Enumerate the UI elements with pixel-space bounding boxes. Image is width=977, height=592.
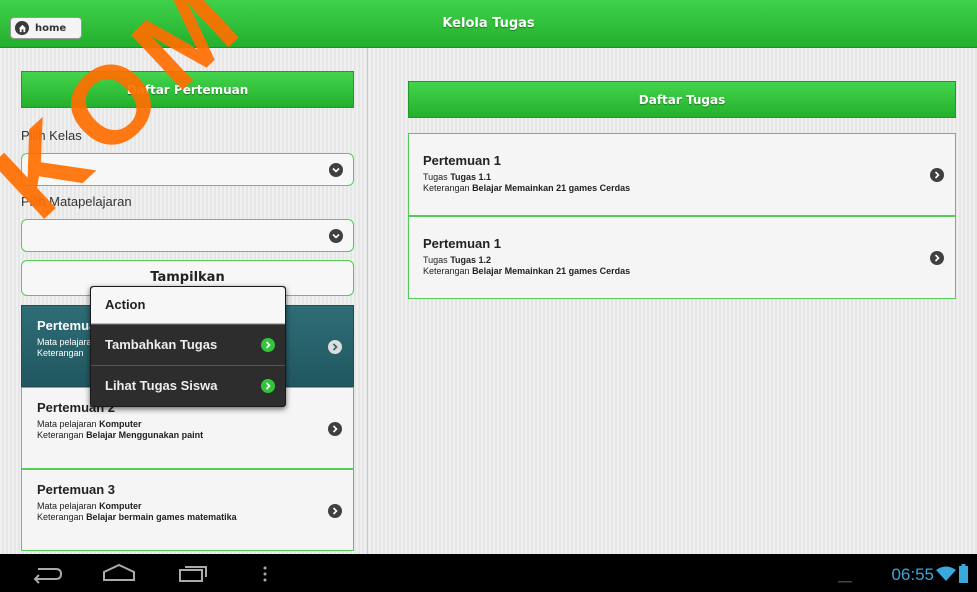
menu-icon[interactable] — [262, 565, 268, 586]
item-subject: Mata pelajaran Komputer — [37, 501, 142, 511]
chevron-right-icon — [261, 379, 275, 393]
task-card[interactable]: Pertemuan 1 Tugas Tugas 1.2 Keterangan B… — [408, 216, 956, 299]
item-subject: Mata pelajaran Komputer — [37, 419, 142, 429]
item-description: Keterangan Belajar bermain games matemat… — [37, 512, 237, 522]
tambahkan-tugas-item[interactable]: Tambahkan Tugas — [91, 324, 285, 365]
pilih-kelas-label: Pilih Kelas — [21, 128, 82, 143]
battery-icon — [959, 564, 968, 586]
home-nav-icon[interactable] — [101, 563, 137, 586]
task-description: Keterangan Belajar Memainkan 21 games Ce… — [423, 183, 631, 193]
item-description: Keterangan Belajar Menggunakan paint — [37, 430, 204, 440]
back-icon[interactable] — [30, 564, 64, 587]
chevron-down-icon — [329, 163, 343, 177]
action-popup: Action Tambahkan Tugas Lihat Tugas Siswa — [90, 286, 286, 407]
chevron-right-icon — [328, 340, 342, 354]
status-clock: 06:55 — [891, 565, 934, 584]
pilih-matapelajaran-label: Pilih Matapelajaran — [21, 194, 132, 209]
item-title: Pertemuan 3 — [37, 482, 116, 497]
list-item[interactable]: Pertemuan 3 Mata pelajaran Komputer Kete… — [21, 469, 354, 551]
lihat-tugas-siswa-item[interactable]: Lihat Tugas Siswa — [91, 365, 285, 406]
daftar-pertemuan-header: Daftar Pertemuan — [21, 71, 354, 108]
kelas-select[interactable] — [21, 153, 354, 186]
task-name: Tugas Tugas 1.2 — [423, 255, 492, 265]
popup-item-label: Tambahkan Tugas — [105, 337, 218, 352]
notification-dash-icon — [838, 572, 852, 586]
chevron-right-icon — [930, 168, 944, 182]
task-name: Tugas Tugas 1.1 — [423, 172, 492, 182]
chevron-right-icon — [930, 251, 944, 265]
popup-item-label: Lihat Tugas Siswa — [105, 378, 218, 393]
system-nav-bar: 06:55 — [0, 554, 977, 592]
right-panel: Daftar Tugas Pertemuan 1 Tugas Tugas 1.1… — [369, 48, 977, 554]
task-description: Keterangan Belajar Memainkan 21 games Ce… — [423, 266, 631, 276]
wifi-icon — [936, 566, 956, 585]
matapelajaran-select[interactable] — [21, 219, 354, 252]
chevron-down-icon — [329, 229, 343, 243]
chevron-right-icon — [328, 422, 342, 436]
task-title: Pertemuan 1 — [423, 153, 502, 168]
daftar-tugas-header: Daftar Tugas — [408, 81, 956, 118]
chevron-right-icon — [328, 504, 342, 518]
page-title: Kelola Tugas — [442, 16, 535, 31]
recent-apps-icon[interactable] — [176, 563, 210, 586]
popup-title: Action — [91, 287, 285, 324]
task-title: Pertemuan 1 — [423, 236, 502, 251]
chevron-right-icon — [261, 338, 275, 352]
action-bar: home Kelola Tugas — [0, 0, 977, 48]
task-card[interactable]: Pertemuan 1 Tugas Tugas 1.1 Keterangan B… — [408, 133, 956, 216]
